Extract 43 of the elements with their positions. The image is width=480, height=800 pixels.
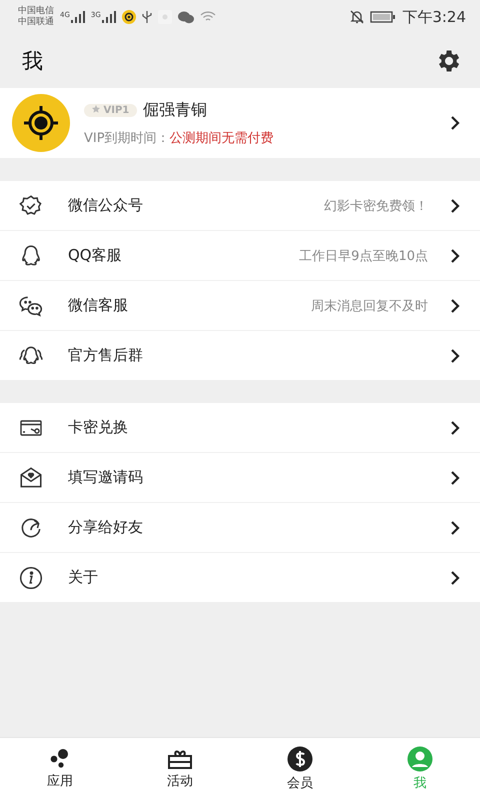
menu-note: 周末消息回复不及时 [311,298,428,314]
chevron-right-icon [450,470,460,486]
target-app-icon [122,10,136,24]
menu-label: 微信公众号 [68,196,143,215]
expiry-label: VIP到期时间： [84,130,170,146]
signal-icon [102,11,116,23]
menu-label: 卡密兑换 [68,418,128,437]
status-time: 下午3:24 [402,8,466,26]
expiry-value: 公测期间无需付费 [170,130,274,146]
chevron-right-icon [450,570,460,586]
menu-label: 分享给好友 [68,518,143,537]
chevron-right-icon [450,420,460,436]
star-icon [92,104,100,112]
wifi-icon [200,11,216,23]
menu-note: 工作日早9点至晚10点 [299,248,428,264]
menu-label: 微信客服 [68,296,128,315]
menu-label: QQ客服 [68,246,122,265]
chevron-right-icon [450,198,460,214]
usb-icon [142,10,152,24]
page-title: 我 [22,48,43,75]
chevron-right-icon [450,248,460,264]
signal-icon [70,11,85,23]
chevron-right-icon [450,520,460,536]
user-name: 倔强青铜 [143,100,208,120]
dollar-coin-icon [287,746,313,772]
envelope-heart-icon [18,464,44,490]
carrier-name: 中国电信 [18,6,54,16]
chevron-right-icon [450,298,460,314]
battery-icon [370,11,396,23]
menu-note: 幻影卡密免费领！ [324,198,428,214]
carrier-name: 中国联通 [18,17,54,28]
bell-muted-icon [350,10,364,24]
menu-label: 填写邀请码 [68,468,143,487]
gift-box-icon [167,748,193,770]
menu-label: 关于 [68,568,98,587]
vip-badge: VIP1 [84,104,138,116]
chat-icon [178,10,194,24]
person-icon [407,746,433,772]
chevron-right-icon [450,348,460,364]
chevron-right-icon [450,115,460,131]
profile-card[interactable]: VIP1 倔强青铜 VIP到期时间：公测期间无需付费 [0,88,480,158]
menu-label: 官方售后群 [68,346,143,365]
info-icon [18,564,44,590]
